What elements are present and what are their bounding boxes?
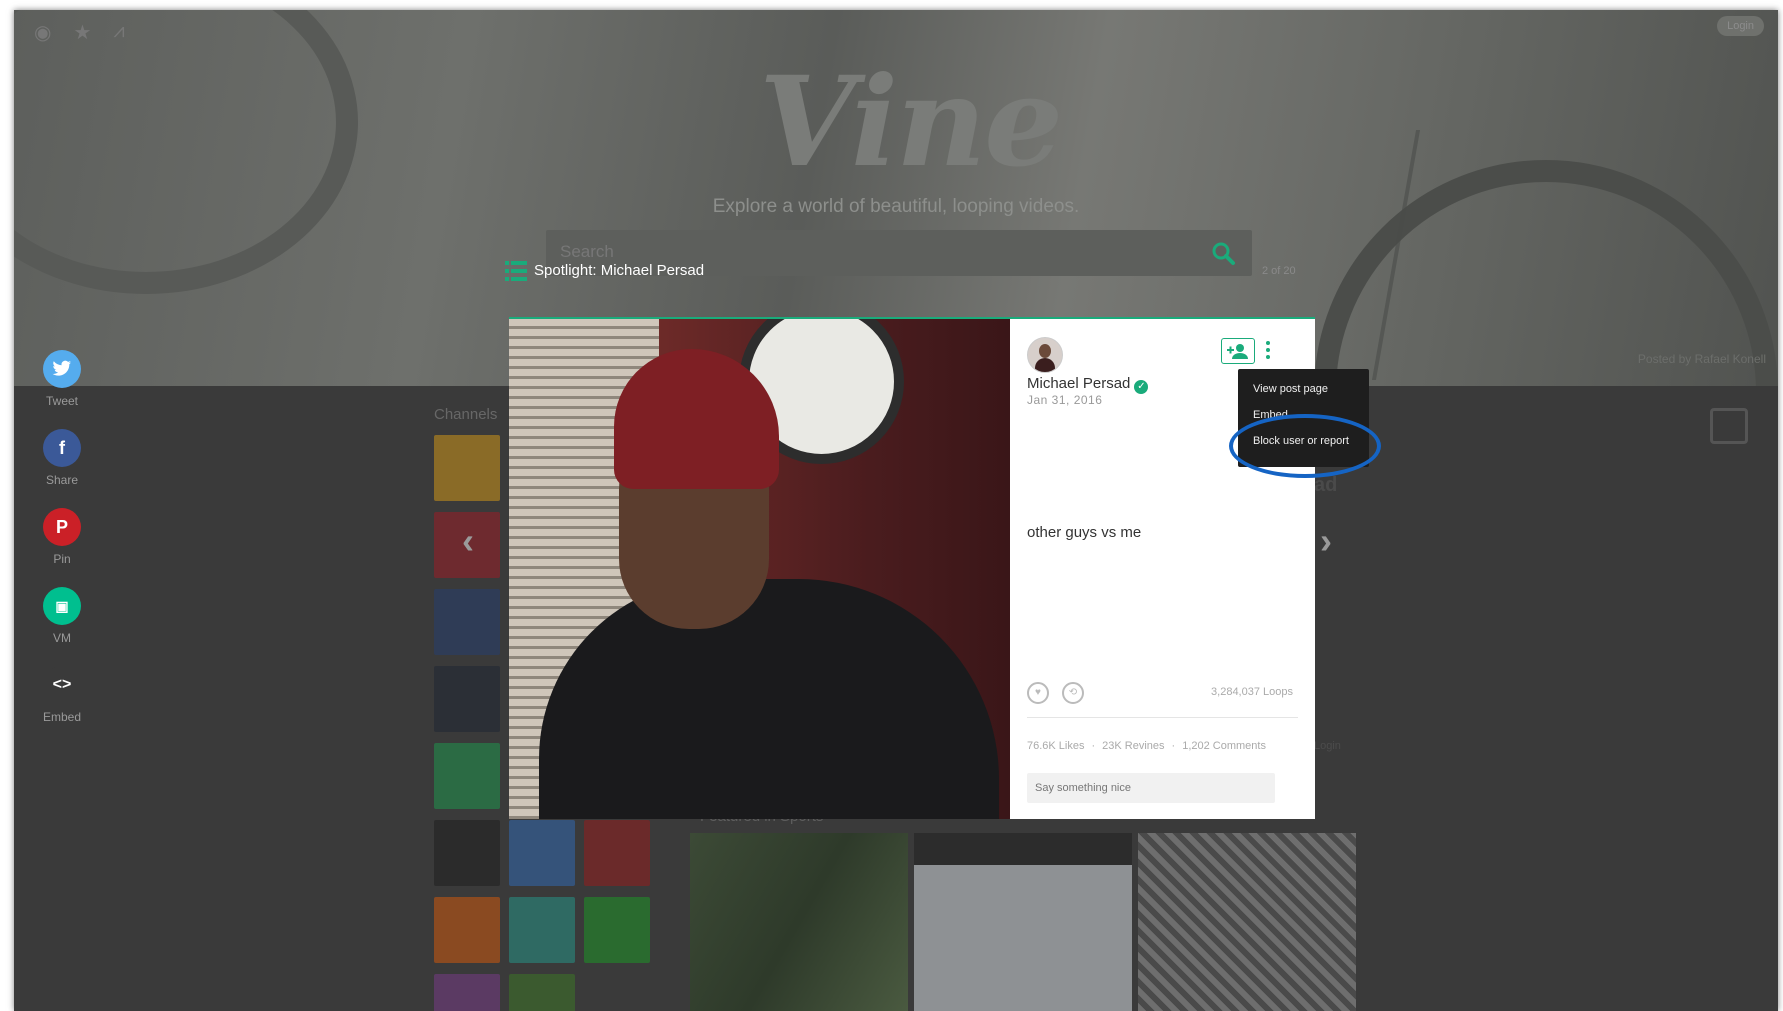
post-modal: Michael Persad ✓ Jan 31, 2016 other guys …: [509, 317, 1315, 821]
share-tweet[interactable]: Tweet: [32, 350, 92, 408]
channel-tile[interactable]: [434, 974, 500, 1011]
hero-background-tree: [1371, 130, 1681, 380]
share-label: VM: [53, 631, 71, 645]
featured-thumbnail[interactable]: [1138, 833, 1356, 1011]
spotlight-count: 2 of 20: [1262, 265, 1296, 277]
channel-tile[interactable]: [584, 820, 650, 886]
pinterest-icon[interactable]: P: [43, 508, 81, 546]
add-user-icon: [1227, 344, 1248, 359]
comment-placeholder: Say something nice: [1035, 782, 1131, 794]
share-facebook[interactable]: f Share: [32, 429, 92, 487]
list-icon[interactable]: [505, 260, 527, 282]
channel-tile[interactable]: [509, 974, 575, 1011]
channel-tile[interactable]: [434, 743, 500, 809]
vm-icon[interactable]: ▣: [43, 587, 81, 625]
channel-tile[interactable]: [434, 435, 500, 501]
login-button[interactable]: Login: [1717, 16, 1764, 36]
share-embed[interactable]: <> Embed: [32, 666, 92, 724]
share-label: Embed: [42, 710, 82, 724]
share-vm[interactable]: ▣ VM: [32, 587, 92, 645]
top-nav-icons: ◉ ★ ⩘: [34, 20, 125, 45]
annotation-highlight-ring: [1229, 414, 1381, 478]
chart-icon[interactable]: ⩘: [113, 20, 124, 45]
share-label: Tweet: [45, 394, 78, 408]
channel-tile[interactable]: [434, 897, 500, 963]
channel-tile[interactable]: [434, 589, 500, 655]
revine-icon[interactable]: ⟲: [1062, 682, 1084, 704]
photo-credit: Posted by Rafael Konell: [1637, 352, 1766, 366]
vine-logo: Vine: [759, 50, 1063, 195]
eye-icon[interactable]: ◉: [34, 20, 51, 45]
camera-icon[interactable]: [1710, 408, 1748, 444]
channel-tile[interactable]: [434, 666, 500, 732]
loop-count: 3,284,037 Loops: [1211, 686, 1293, 698]
comments-count[interactable]: 1,202 Comments: [1182, 740, 1266, 752]
hero-background-shape: [14, 10, 358, 294]
username-line: Michael Persad ✓: [1027, 375, 1149, 394]
post-date: Jan 31, 2016: [1027, 393, 1103, 407]
background-text-fragment: Login: [1314, 740, 1341, 752]
chevron-right-icon[interactable]: ›: [1320, 520, 1332, 562]
more-options-icon[interactable]: [1266, 341, 1270, 362]
like-icon[interactable]: ♥: [1027, 682, 1049, 704]
spotlight-title: Spotlight: Michael Persad: [534, 262, 705, 279]
likes-count[interactable]: 76.6K Likes: [1027, 740, 1084, 752]
featured-thumbnail[interactable]: [690, 833, 908, 1011]
tagline: Explore a world of beautiful, looping vi…: [712, 196, 1080, 217]
featured-thumbnail[interactable]: [914, 833, 1132, 1011]
share-pinterest[interactable]: P Pin: [32, 508, 92, 566]
share-label: Share: [45, 473, 79, 487]
star-icon[interactable]: ★: [73, 20, 91, 45]
channels-heading: Channels: [434, 406, 498, 423]
browser-viewport: ◉ ★ ⩘ Login Vine Explore a world of beau…: [14, 10, 1778, 1011]
chevron-left-icon[interactable]: ‹: [462, 520, 474, 562]
follow-button[interactable]: [1221, 338, 1255, 364]
channel-tile[interactable]: [509, 897, 575, 963]
search-input[interactable]: Search: [560, 242, 614, 262]
channel-tile[interactable]: [509, 820, 575, 886]
embed-icon[interactable]: <>: [43, 666, 81, 704]
channel-tile[interactable]: [584, 897, 650, 963]
menu-item-view-post[interactable]: View post page: [1253, 383, 1328, 395]
avatar[interactable]: [1027, 337, 1063, 373]
channel-tile[interactable]: [434, 820, 500, 886]
post-stats: 76.6K Likes · 23K Revines · 1,202 Comments: [1027, 740, 1266, 752]
video-player[interactable]: [509, 319, 1010, 819]
username[interactable]: Michael Persad: [1027, 375, 1130, 392]
revines-count[interactable]: 23K Revines: [1102, 740, 1164, 752]
share-label: Pin: [53, 552, 71, 566]
twitter-icon[interactable]: [43, 350, 81, 388]
facebook-icon[interactable]: f: [43, 429, 81, 467]
search-icon[interactable]: [1210, 240, 1236, 266]
verified-icon: ✓: [1134, 380, 1149, 394]
comment-input[interactable]: Say something nice: [1027, 773, 1275, 803]
post-caption: other guys vs me: [1027, 524, 1142, 541]
divider: [1027, 717, 1298, 718]
